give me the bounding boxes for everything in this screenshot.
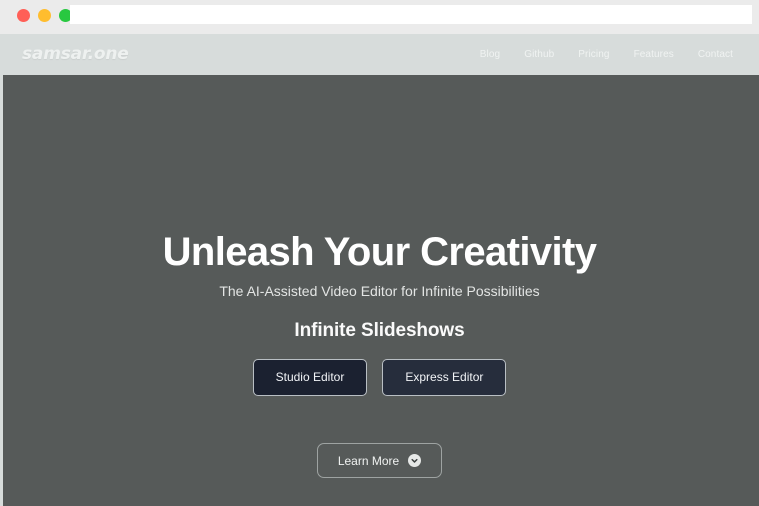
window-controls <box>17 9 72 22</box>
hero-section: Unleash Your Creativity The AI-Assisted … <box>0 75 759 506</box>
express-editor-button[interactable]: Express Editor <box>382 359 507 396</box>
nav-links: Blog Github Pricing Features Contact <box>480 49 733 60</box>
close-window-button[interactable] <box>17 9 30 22</box>
learn-more-button[interactable]: Learn More <box>316 443 443 478</box>
page-viewport: samsar.one Blog Github Pricing Features … <box>0 34 759 506</box>
site-logo[interactable]: samsar.one <box>22 46 129 63</box>
browser-chrome <box>0 0 759 34</box>
minimize-window-button[interactable] <box>38 9 51 22</box>
page-left-edge-accent <box>0 34 3 506</box>
hero-cta-group: Studio Editor Express Editor <box>0 359 759 396</box>
nav-link-contact[interactable]: Contact <box>698 49 733 60</box>
nav-link-features[interactable]: Features <box>634 49 674 60</box>
hero-title: Unleash Your Creativity <box>162 230 597 274</box>
learn-more-container: Learn More <box>0 443 759 478</box>
hero-tagline: Infinite Slideshows <box>294 320 465 341</box>
learn-more-label: Learn More <box>337 453 400 468</box>
browser-window: samsar.one Blog Github Pricing Features … <box>0 0 759 506</box>
address-bar-input[interactable] <box>70 5 752 24</box>
nav-link-blog[interactable]: Blog <box>480 49 500 60</box>
nav-link-github[interactable]: Github <box>524 49 554 60</box>
studio-editor-button[interactable]: Studio Editor <box>252 359 368 396</box>
site-navigation-bar: samsar.one Blog Github Pricing Features … <box>0 34 759 75</box>
chevron-down-circle-icon <box>408 454 422 467</box>
nav-link-pricing[interactable]: Pricing <box>578 49 609 60</box>
hero-subtitle: The AI-Assisted Video Editor for Infinit… <box>219 283 540 299</box>
